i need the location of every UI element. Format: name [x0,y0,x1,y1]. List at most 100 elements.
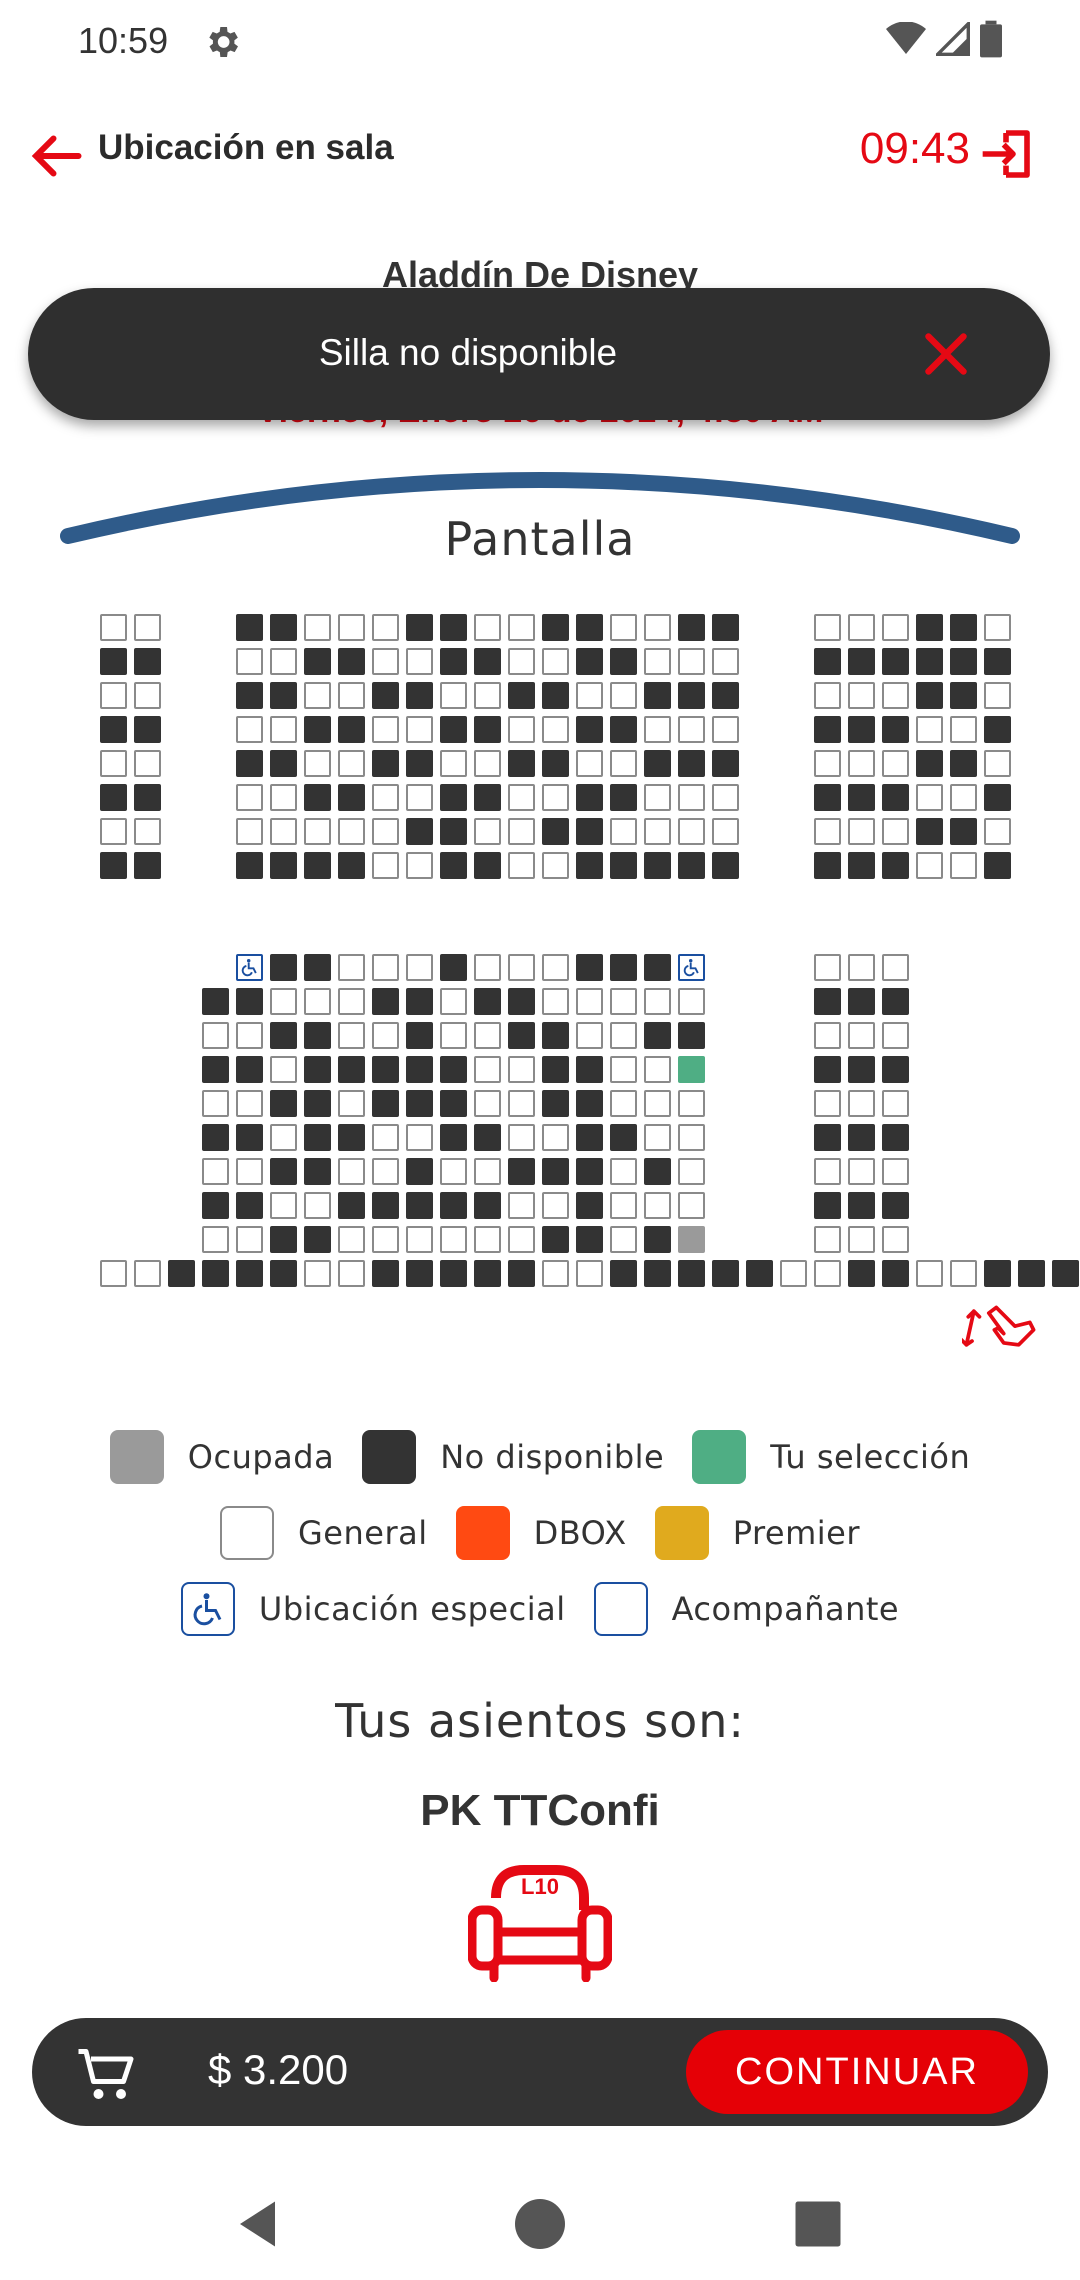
seat-unavailable[interactable] [202,1192,229,1219]
seat-unavailable[interactable] [882,852,909,879]
seat-general[interactable] [916,1260,943,1287]
seat-general[interactable] [984,750,1011,777]
seat-general[interactable] [644,648,671,675]
seat-unavailable[interactable] [338,1124,365,1151]
nav-recents-icon[interactable] [788,2194,848,2254]
seat-general[interactable] [678,1158,705,1185]
seat-general[interactable] [406,1226,433,1253]
seat-unavailable[interactable] [202,1056,229,1083]
nav-home-icon[interactable] [510,2194,570,2254]
seat-general[interactable] [304,682,331,709]
seat-unavailable[interactable] [814,852,841,879]
seat-general[interactable] [338,614,365,641]
seat-general[interactable] [236,784,263,811]
seat-unavailable[interactable] [610,852,637,879]
seat-unavailable[interactable] [916,614,943,641]
seat-unavailable[interactable] [950,682,977,709]
seat-unavailable[interactable] [576,716,603,743]
seat-general[interactable] [304,750,331,777]
seat-general[interactable] [576,988,603,1015]
seat-general[interactable] [304,1260,331,1287]
seat-general[interactable] [542,954,569,981]
seat-general[interactable] [202,1090,229,1117]
seat-unavailable[interactable] [372,1192,399,1219]
seat-unavailable[interactable] [202,1124,229,1151]
seat-general[interactable] [100,1260,127,1287]
seat-unavailable[interactable] [814,1056,841,1083]
seat-unavailable[interactable] [270,1158,297,1185]
seat-unavailable[interactable] [542,1226,569,1253]
seat-unavailable[interactable] [100,852,127,879]
seat-unavailable[interactable] [372,1090,399,1117]
seat-unavailable[interactable] [610,954,637,981]
seat-unavailable[interactable] [644,1022,671,1049]
seat-general[interactable] [882,614,909,641]
seat-general[interactable] [474,818,501,845]
seat-general[interactable] [100,682,127,709]
seat-general[interactable] [576,750,603,777]
nav-back-icon[interactable] [230,2194,290,2254]
seat-general[interactable] [678,1124,705,1151]
seat-general[interactable] [644,1090,671,1117]
seat-general[interactable] [406,784,433,811]
seat-unavailable[interactable] [508,1260,535,1287]
seat-unavailable[interactable] [304,1022,331,1049]
seat-unavailable[interactable] [542,1090,569,1117]
seat-unavailable[interactable] [814,1192,841,1219]
seat-general[interactable] [474,1158,501,1185]
seat-unavailable[interactable] [440,614,467,641]
seat-unavailable[interactable] [882,648,909,675]
seat-general[interactable] [508,954,535,981]
seat-unavailable[interactable] [712,1260,739,1287]
seat-unavailable[interactable] [610,716,637,743]
seat-unavailable[interactable] [542,682,569,709]
seat-general[interactable] [610,1226,637,1253]
seat-unavailable[interactable] [950,818,977,845]
seat-general[interactable] [372,954,399,981]
seat-general[interactable] [100,750,127,777]
seat-unavailable[interactable] [474,1124,501,1151]
seat-general[interactable] [610,1022,637,1049]
seat-general[interactable] [372,1124,399,1151]
seat-general[interactable] [950,784,977,811]
seat-unavailable[interactable] [338,716,365,743]
seat-unavailable[interactable] [814,988,841,1015]
seat-unavailable[interactable] [542,1056,569,1083]
seat-unavailable[interactable] [610,1124,637,1151]
seat-unavailable[interactable] [576,1226,603,1253]
seat-general[interactable] [610,1056,637,1083]
seat-unavailable[interactable] [100,784,127,811]
seat-unavailable[interactable] [304,648,331,675]
seat-general[interactable] [372,818,399,845]
seat-general[interactable] [474,614,501,641]
seat-general[interactable] [134,750,161,777]
seat-unavailable[interactable] [678,852,705,879]
seat-general[interactable] [372,716,399,743]
seat-unavailable[interactable] [576,1158,603,1185]
seat-unavailable[interactable] [576,1124,603,1151]
seat-general[interactable] [270,1056,297,1083]
seat-general[interactable] [882,954,909,981]
seat-unavailable[interactable] [882,784,909,811]
seat-general[interactable] [474,682,501,709]
seat-unavailable[interactable] [202,1260,229,1287]
seat-general[interactable] [848,1022,875,1049]
seat-unavailable[interactable] [406,1090,433,1117]
seat-general[interactable] [950,852,977,879]
seat-general[interactable] [542,1260,569,1287]
seat-general[interactable] [372,1158,399,1185]
seat-general[interactable] [100,614,127,641]
seat-unavailable[interactable] [474,648,501,675]
seat-general[interactable] [848,614,875,641]
seat-general[interactable] [474,750,501,777]
seat-general[interactable] [780,1260,807,1287]
seat-unavailable[interactable] [882,1192,909,1219]
seat-unavailable[interactable] [440,716,467,743]
seat-general[interactable] [372,1226,399,1253]
seat-unavailable[interactable] [304,1056,331,1083]
seat-general[interactable] [372,852,399,879]
seat-unavailable[interactable] [134,852,161,879]
seat-unavailable[interactable] [304,1158,331,1185]
seat-unavailable[interactable] [440,852,467,879]
seat-unavailable[interactable] [610,784,637,811]
